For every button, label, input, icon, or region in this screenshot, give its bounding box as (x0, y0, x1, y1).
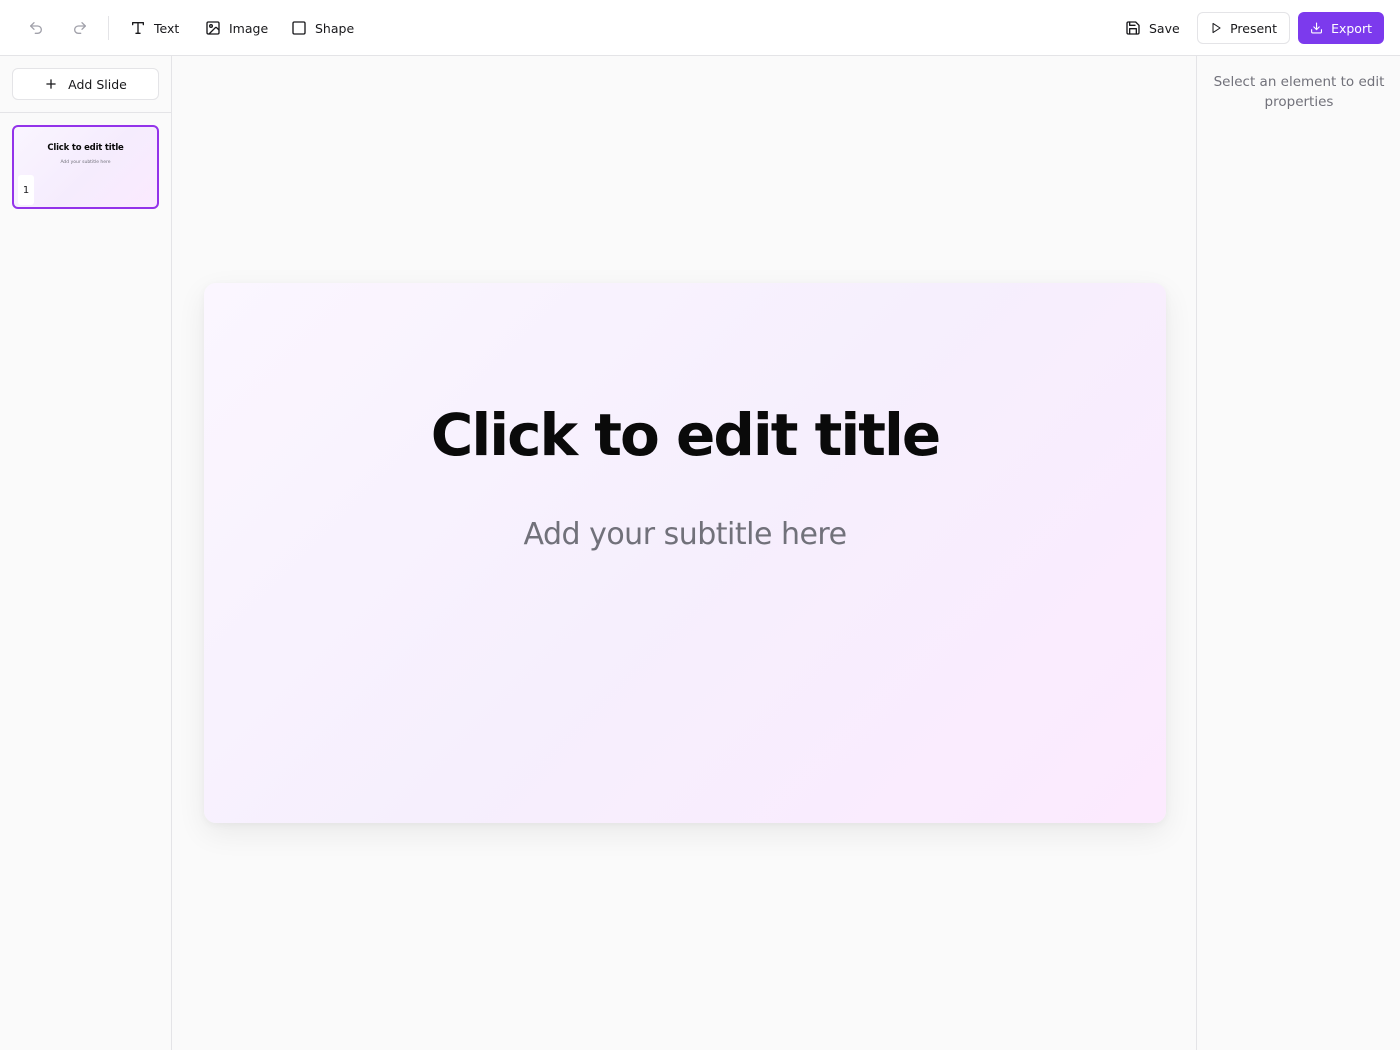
redo-icon (74, 22, 86, 34)
thumbnail-title: Click to edit title (47, 143, 124, 153)
add-slide-section: Add Slide (0, 56, 171, 113)
play-icon (1212, 22, 1221, 34)
toolbar-divider (108, 16, 109, 40)
image-icon (206, 21, 220, 35)
download-icon (1311, 22, 1322, 34)
slide-number-badge: 1 (18, 175, 34, 205)
slide-thumbnail[interactable]: Click to edit title Add your subtitle he… (12, 125, 159, 209)
insert-text-button[interactable]: Text (126, 14, 183, 42)
export-label: Export (1331, 20, 1372, 36)
thumbnail-subtitle: Add your subtitle here (60, 160, 111, 165)
save-button[interactable]: Save (1121, 14, 1184, 42)
top-toolbar: Text Image Shape Save Present Export (0, 0, 1400, 56)
export-button[interactable]: Export (1298, 12, 1384, 44)
add-slide-button[interactable]: Add Slide (12, 68, 159, 100)
slide-subtitle[interactable]: Add your subtitle here (204, 517, 1166, 552)
current-slide[interactable]: Click to edit title Add your subtitle he… (204, 283, 1166, 823)
present-button[interactable]: Present (1197, 12, 1290, 44)
insert-image-button[interactable]: Image (201, 14, 272, 42)
save-icon (1126, 21, 1140, 35)
present-label: Present (1230, 20, 1277, 36)
slide-canvas: Click to edit title Add your subtitle he… (172, 56, 1196, 1050)
text-icon (132, 22, 144, 34)
insert-text-label: Text (154, 20, 180, 36)
properties-panel: Select an element to edit properties (1196, 56, 1400, 1050)
undo-icon (30, 22, 42, 34)
insert-shape-label: Shape (315, 20, 355, 36)
slide-title[interactable]: Click to edit title (204, 401, 1166, 469)
undo-button[interactable] (22, 14, 50, 42)
slides-sidebar: Add Slide Click to edit title Add your s… (0, 56, 172, 1050)
properties-hint: Select an element to edit properties (1213, 74, 1385, 110)
insert-image-label: Image (229, 20, 269, 36)
redo-button[interactable] (66, 14, 94, 42)
save-label: Save (1149, 20, 1180, 36)
add-slide-label: Add Slide (68, 76, 127, 92)
insert-shape-button[interactable]: Shape (287, 14, 358, 42)
square-icon (292, 21, 306, 35)
plus-icon (46, 79, 56, 89)
